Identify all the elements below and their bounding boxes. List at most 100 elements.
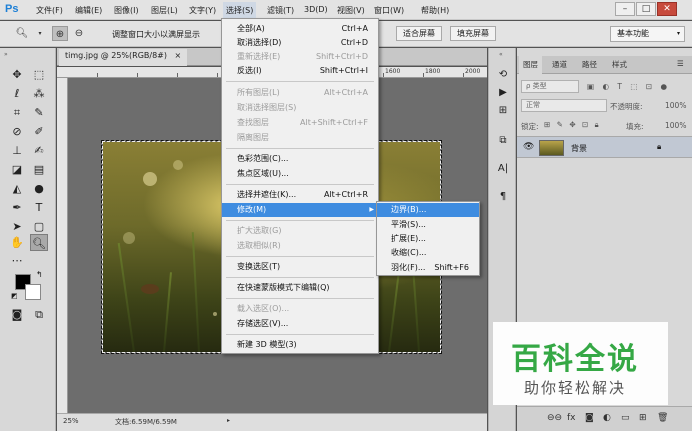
layer-name[interactable]: 背景: [571, 143, 587, 154]
collapse-icon[interactable]: «: [499, 51, 503, 58]
healing-brush-tool-icon[interactable]: ⊘: [8, 123, 26, 140]
menu-item-select-all[interactable]: 全部(A) Ctrl+A: [222, 22, 378, 36]
delete-layer-icon[interactable]: 🗑︎: [657, 413, 668, 423]
menu-item-grow: 扩大选取(G): [237, 226, 282, 235]
menu-window[interactable]: 窗口(W): [374, 5, 404, 16]
zoom-tool-icon[interactable]: 🔍︎: [30, 234, 48, 251]
tab-styles[interactable]: 样式: [612, 59, 627, 70]
tab-paths[interactable]: 路径: [582, 59, 597, 70]
menu-item-modify[interactable]: 修改(M) ▶: [222, 203, 378, 217]
eyedropper-tool-icon[interactable]: ✎: [30, 104, 48, 121]
fit-screen-button[interactable]: 适合屏幕: [396, 26, 442, 41]
submenu-item-contract[interactable]: 收缩(C)...: [377, 246, 479, 260]
zoom-out-icon[interactable]: ⊖: [71, 26, 87, 41]
close-tab-icon[interactable]: ×: [175, 51, 182, 60]
mushroom: [141, 284, 159, 294]
submenu-item-expand[interactable]: 扩展(E)...: [377, 232, 479, 246]
actions-panel-icon[interactable]: ▶: [494, 84, 512, 101]
magic-wand-tool-icon[interactable]: ⁂: [30, 85, 48, 102]
fill-value[interactable]: 100%: [665, 121, 692, 130]
properties-panel-icon[interactable]: ⊞: [494, 102, 512, 119]
adjustment-layer-icon[interactable]: ◐: [603, 413, 611, 423]
menu-filter[interactable]: 滤镜(T): [267, 5, 294, 16]
menu-item-deselect[interactable]: 取消选择(D) Ctrl+D: [222, 36, 378, 50]
background-color-swatch[interactable]: [25, 284, 41, 300]
path-selection-tool-icon[interactable]: ➤: [8, 218, 26, 235]
minimize-button[interactable]: –: [615, 2, 635, 16]
menu-type[interactable]: 文字(Y): [189, 5, 216, 16]
tab-channels[interactable]: 通道: [552, 59, 567, 70]
more-tools-icon[interactable]: ⋯: [8, 252, 26, 269]
zoom-in-icon[interactable]: ⊕: [52, 26, 68, 41]
blend-mode-select[interactable]: 正常: [521, 99, 607, 112]
lock-icons[interactable]: ⊞ ✎ ✥ ⊡ 🔒︎: [544, 120, 604, 130]
workspace-select[interactable]: 基本功能 ▾: [610, 26, 685, 42]
menu-item-save-selection[interactable]: 存储选区(V)...: [222, 317, 378, 331]
opacity-label: 不透明度:: [610, 102, 643, 111]
character-panel-icon[interactable]: A|: [494, 160, 512, 177]
paragraph-panel-icon[interactable]: ¶: [494, 188, 512, 205]
brush-tool-icon[interactable]: ✐: [30, 123, 48, 140]
menu-item-select-and-mask[interactable]: 选择并遮住(K)... Alt+Ctrl+R: [222, 188, 378, 202]
submenu-item-smooth[interactable]: 平滑(S)...: [377, 218, 479, 232]
new-layer-icon[interactable]: ⊞: [639, 413, 647, 423]
blur-tool-icon[interactable]: ◭: [8, 180, 26, 197]
quick-mask-icon[interactable]: ◙: [8, 306, 26, 323]
history-brush-tool-icon[interactable]: ✍: [30, 142, 48, 159]
menu-item-transform-selection[interactable]: 变换选区(T): [222, 260, 378, 274]
zoom-level[interactable]: 25%: [63, 417, 79, 425]
menu-file[interactable]: 文件(F): [36, 5, 63, 16]
zoom-tool-icon[interactable]: 🔍︎: [14, 26, 30, 41]
fill-screen-button[interactable]: 填充屏幕: [450, 26, 496, 41]
layer-row-background[interactable]: 👁︎ 背景 🔒︎: [517, 136, 692, 158]
document-tab[interactable]: timg.jpg @ 25%(RGB/8#) ×: [59, 49, 188, 66]
type-tool-icon[interactable]: T: [30, 199, 48, 216]
menu-3d[interactable]: 3D(D): [304, 5, 328, 14]
lasso-tool-icon[interactable]: ℓ: [8, 85, 26, 102]
clone-stamp-tool-icon[interactable]: ⊥: [8, 142, 26, 159]
menu-item-quick-mask[interactable]: 在快速蒙版模式下编辑(Q): [222, 281, 378, 295]
collapse-icon[interactable]: »: [4, 51, 8, 58]
modify-submenu: 边界(B)... 平滑(S)... 扩展(E)... 收缩(C)... 羽化(F…: [376, 201, 480, 276]
menu-layer[interactable]: 图层(L): [151, 5, 178, 16]
panel-menu-icon[interactable]: ☰: [677, 59, 684, 68]
dodge-tool-icon[interactable]: ●: [30, 180, 48, 197]
adjustments-panel-icon[interactable]: ⧉: [494, 132, 512, 149]
menu-select[interactable]: 选择(S): [223, 2, 257, 18]
eraser-tool-icon[interactable]: ◪: [8, 161, 26, 178]
menu-view[interactable]: 视图(V): [337, 5, 365, 16]
default-colors-icon[interactable]: ◩: [11, 292, 18, 300]
marquee-tool-icon[interactable]: ⬚: [30, 66, 48, 83]
menu-image[interactable]: 图像(I): [114, 5, 139, 16]
add-mask-icon[interactable]: ◙: [585, 413, 594, 423]
layer-style-icon[interactable]: fx: [567, 413, 576, 423]
layer-kind-filter[interactable]: ρ 类型: [521, 80, 579, 93]
menu-item-focus-area[interactable]: 焦点区域(U)...: [222, 167, 378, 181]
submenu-item-border[interactable]: 边界(B)...: [377, 203, 479, 217]
eye-icon[interactable]: 👁︎: [523, 142, 534, 152]
hand-tool-icon[interactable]: ✋: [8, 234, 26, 251]
menu-help[interactable]: 帮助(H): [421, 5, 449, 16]
menu-item-inverse[interactable]: 反选(I) Shift+Ctrl+I: [222, 64, 378, 78]
status-menu-arrow-icon[interactable]: ▸: [227, 417, 230, 424]
pen-tool-icon[interactable]: ✒: [8, 199, 26, 216]
opacity-value[interactable]: 100%: [665, 101, 692, 110]
menu-edit[interactable]: 编辑(E): [75, 5, 102, 16]
link-layers-icon[interactable]: ⊖⊖: [547, 413, 562, 423]
tool-preset-chevron-icon[interactable]: ▾: [32, 26, 48, 41]
new-group-icon[interactable]: ▭: [621, 413, 630, 423]
menu-item-new-3d-model[interactable]: 新建 3D 模型(3): [222, 338, 378, 352]
crop-tool-icon[interactable]: ⌗: [8, 104, 26, 121]
shape-tool-icon[interactable]: ▢: [30, 218, 48, 235]
filter-icons[interactable]: ▣ ◐ T ⬚ ⊡ ●: [587, 82, 687, 91]
screen-mode-icon[interactable]: ⧉: [30, 306, 48, 323]
submenu-item-feather[interactable]: 羽化(F)... Shift+F6: [377, 261, 479, 275]
maximize-button[interactable]: □: [636, 2, 656, 16]
move-tool-icon[interactable]: ✥: [8, 66, 26, 83]
close-window-button[interactable]: ✕: [657, 2, 677, 16]
swap-colors-icon[interactable]: ↰: [36, 270, 43, 279]
gradient-tool-icon[interactable]: ▤: [30, 161, 48, 178]
tab-layers[interactable]: 图层: [519, 56, 542, 74]
menu-item-color-range[interactable]: 色彩范围(C)...: [222, 152, 378, 166]
history-panel-icon[interactable]: ⟲: [494, 66, 512, 83]
